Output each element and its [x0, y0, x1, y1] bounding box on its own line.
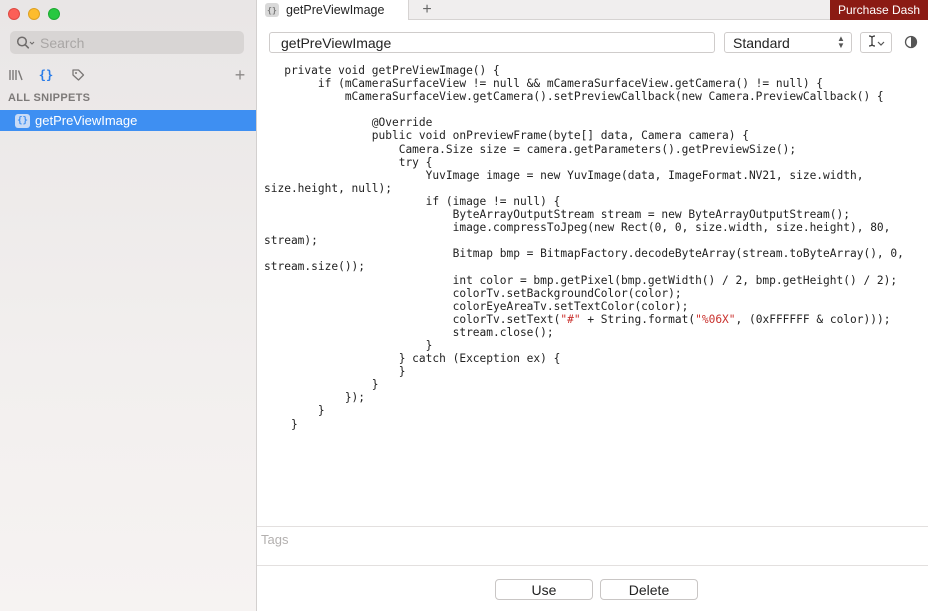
code-line: try { — [264, 155, 433, 169]
syntax-select[interactable]: Standard ▲ ▼ — [724, 32, 852, 53]
divider — [257, 526, 928, 527]
string-literal: "%06X" — [695, 312, 736, 326]
sidebar-item-label: getPreViewImage — [35, 113, 138, 128]
code-line: stream); — [264, 234, 318, 248]
code-line: private void getPreViewImage() { — [264, 64, 500, 77]
zoom-window-button[interactable] — [48, 8, 60, 20]
cursor-menu-button[interactable] — [860, 32, 892, 53]
code-line: Bitmap bmp = BitmapFactory.decodeByteArr… — [264, 247, 904, 261]
section-title: ALL SNIPPETS — [8, 92, 91, 104]
main-panel: {} getPreViewImage + Purchase Dash Stand… — [257, 0, 928, 611]
code-line: colorEyeAreaTv.setTextColor(color); — [264, 299, 689, 313]
code-line: }); — [264, 391, 366, 405]
code-line: image.compressToJpeg(new Rect(0, 0, size… — [264, 221, 891, 235]
code-line: } — [264, 417, 298, 431]
sidebar-item-snippet[interactable]: {} getPreViewImage — [0, 110, 256, 131]
tag-icon[interactable] — [70, 66, 86, 84]
code-line: size.height, null); — [264, 181, 392, 195]
library-icon[interactable] — [8, 66, 24, 84]
tab-label: getPreViewImage — [286, 3, 385, 17]
code-line: mCameraSurfaceView.getCamera().setPrevie… — [264, 90, 884, 104]
chevron-updown-icon: ▲ ▼ — [837, 34, 845, 50]
code-editor[interactable]: private void getPreViewImage() { if (mCa… — [264, 64, 924, 524]
snippet-icon: {} — [265, 3, 279, 17]
code-line: if (image != null) { — [264, 194, 561, 208]
close-window-button[interactable] — [8, 8, 20, 20]
code-line: colorTv.setBackgroundColor(color); — [264, 286, 682, 300]
code-line: } — [264, 338, 433, 352]
text-cursor-icon — [867, 35, 877, 50]
divider — [257, 565, 928, 566]
minimize-window-button[interactable] — [28, 8, 40, 20]
search-icon[interactable] — [16, 35, 36, 51]
sidebar-toolbar: {} + — [6, 65, 248, 85]
tab-bar: {} getPreViewImage + Purchase Dash — [257, 0, 928, 20]
delete-button[interactable]: Delete — [600, 579, 698, 600]
code-line: } — [264, 378, 379, 392]
sidebar: {} + ALL SNIPPETS {} getPreViewImage — [0, 0, 257, 611]
code-line: YuvImage image = new YuvImage(data, Imag… — [264, 168, 864, 182]
chevron-down-icon — [877, 36, 885, 50]
code-line: stream.size()); — [264, 260, 366, 274]
add-icon[interactable]: + — [232, 65, 248, 85]
string-literal: "#" — [560, 312, 581, 326]
snippet-title-input[interactable] — [269, 32, 715, 53]
use-button[interactable]: Use — [495, 579, 593, 600]
search-field[interactable] — [10, 31, 244, 54]
snippets-icon[interactable]: {} — [38, 66, 54, 84]
code-line: if (mCameraSurfaceView != null && mCamer… — [264, 77, 824, 91]
code-line: int color = bmp.getPixel(bmp.getWidth() … — [264, 273, 898, 287]
purchase-button[interactable]: Purchase Dash — [830, 0, 928, 20]
theme-toggle-icon[interactable] — [904, 35, 918, 49]
syntax-select-value: Standard — [733, 34, 790, 51]
new-tab-button[interactable]: + — [417, 0, 437, 20]
window-controls — [8, 8, 60, 20]
code-line: public void onPreviewFrame(byte[] data, … — [264, 129, 749, 143]
code-line: ByteArrayOutputStream stream = new ByteA… — [264, 208, 850, 222]
search-input[interactable] — [40, 34, 230, 51]
code-line: stream.close(); — [264, 325, 554, 339]
tags-input[interactable] — [261, 530, 661, 548]
code-line: colorTv.setText("#" + String.format("%06… — [264, 312, 891, 326]
code-line: } — [264, 365, 406, 379]
snippet-icon: {} — [15, 113, 30, 128]
code-line: Camera.Size size = camera.getParameters(… — [264, 142, 797, 156]
code-line: } catch (Exception ex) { — [264, 352, 561, 366]
tab-snippet[interactable]: {} getPreViewImage — [257, 0, 409, 20]
code-line: @Override — [264, 116, 433, 130]
code-line: } — [264, 404, 325, 418]
